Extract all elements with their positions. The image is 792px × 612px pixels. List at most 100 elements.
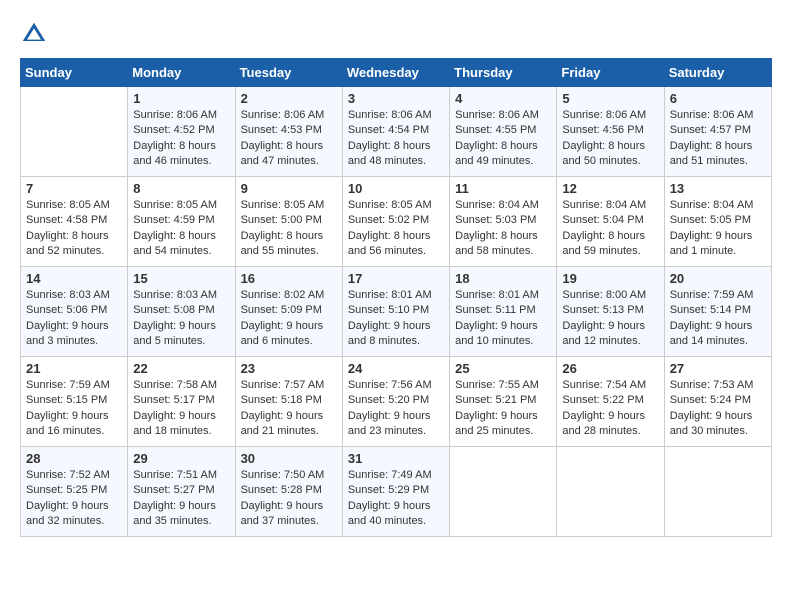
day-info: Sunrise: 8:06 AM Sunset: 4:52 PM Dayligh… xyxy=(133,108,229,170)
day-number: 4 xyxy=(455,91,551,106)
day-info: Sunrise: 7:53 AM Sunset: 5:24 PM Dayligh… xyxy=(670,378,766,440)
day-info: Sunrise: 8:02 AM Sunset: 5:09 PM Dayligh… xyxy=(241,288,337,350)
day-info: Sunrise: 8:04 AM Sunset: 5:03 PM Dayligh… xyxy=(455,198,551,260)
calendar-cell xyxy=(450,447,557,537)
day-info: Sunrise: 8:05 AM Sunset: 5:02 PM Dayligh… xyxy=(348,198,444,260)
calendar-cell: 30 Sunrise: 7:50 AM Sunset: 5:28 PM Dayli… xyxy=(235,447,342,537)
day-info: Sunrise: 7:54 AM Sunset: 5:22 PM Dayligh… xyxy=(562,378,658,440)
day-info: Sunrise: 7:51 AM Sunset: 5:27 PM Dayligh… xyxy=(133,468,229,530)
day-number: 14 xyxy=(26,271,122,286)
day-number: 9 xyxy=(241,181,337,196)
day-number: 1 xyxy=(133,91,229,106)
calendar-week-row: 28 Sunrise: 7:52 AM Sunset: 5:25 PM Dayli… xyxy=(21,447,772,537)
calendar-cell: 11 Sunrise: 8:04 AM Sunset: 5:03 PM Dayli… xyxy=(450,177,557,267)
day-number: 7 xyxy=(26,181,122,196)
calendar-cell: 22 Sunrise: 7:58 AM Sunset: 5:17 PM Dayli… xyxy=(128,357,235,447)
day-info: Sunrise: 7:57 AM Sunset: 5:18 PM Dayligh… xyxy=(241,378,337,440)
day-number: 5 xyxy=(562,91,658,106)
day-info: Sunrise: 8:01 AM Sunset: 5:11 PM Dayligh… xyxy=(455,288,551,350)
day-info: Sunrise: 8:06 AM Sunset: 4:53 PM Dayligh… xyxy=(241,108,337,170)
day-number: 30 xyxy=(241,451,337,466)
logo-icon xyxy=(20,20,48,48)
calendar-cell: 26 Sunrise: 7:54 AM Sunset: 5:22 PM Dayli… xyxy=(557,357,664,447)
calendar-cell: 29 Sunrise: 7:51 AM Sunset: 5:27 PM Dayli… xyxy=(128,447,235,537)
calendar-cell: 25 Sunrise: 7:55 AM Sunset: 5:21 PM Dayli… xyxy=(450,357,557,447)
calendar-cell: 9 Sunrise: 8:05 AM Sunset: 5:00 PM Daylig… xyxy=(235,177,342,267)
logo xyxy=(20,20,52,48)
weekday-header: Friday xyxy=(557,59,664,87)
calendar-cell: 16 Sunrise: 8:02 AM Sunset: 5:09 PM Dayli… xyxy=(235,267,342,357)
calendar-cell: 31 Sunrise: 7:49 AM Sunset: 5:29 PM Dayli… xyxy=(342,447,449,537)
calendar-cell: 7 Sunrise: 8:05 AM Sunset: 4:58 PM Daylig… xyxy=(21,177,128,267)
day-info: Sunrise: 7:49 AM Sunset: 5:29 PM Dayligh… xyxy=(348,468,444,530)
day-info: Sunrise: 8:03 AM Sunset: 5:08 PM Dayligh… xyxy=(133,288,229,350)
calendar-cell: 18 Sunrise: 8:01 AM Sunset: 5:11 PM Dayli… xyxy=(450,267,557,357)
page-header xyxy=(20,20,772,48)
day-info: Sunrise: 8:05 AM Sunset: 4:58 PM Dayligh… xyxy=(26,198,122,260)
day-number: 27 xyxy=(670,361,766,376)
day-number: 3 xyxy=(348,91,444,106)
calendar-cell: 21Sunrise: 7:59 AM Sunset: 5:15 PM Dayli… xyxy=(21,357,128,447)
day-info: Sunrise: 8:01 AM Sunset: 5:10 PM Dayligh… xyxy=(348,288,444,350)
day-info: Sunrise: 7:55 AM Sunset: 5:21 PM Dayligh… xyxy=(455,378,551,440)
day-number: 6 xyxy=(670,91,766,106)
day-info: Sunrise: 7:56 AM Sunset: 5:20 PM Dayligh… xyxy=(348,378,444,440)
calendar-cell: 13 Sunrise: 8:04 AM Sunset: 5:05 PM Dayli… xyxy=(664,177,771,267)
weekday-header: Sunday xyxy=(21,59,128,87)
weekday-header: Tuesday xyxy=(235,59,342,87)
weekday-header: Saturday xyxy=(664,59,771,87)
day-info: Sunrise: 8:00 AM Sunset: 5:13 PM Dayligh… xyxy=(562,288,658,350)
day-number: 16 xyxy=(241,271,337,286)
day-number: 26 xyxy=(562,361,658,376)
day-number: 23 xyxy=(241,361,337,376)
calendar-cell: 24 Sunrise: 7:56 AM Sunset: 5:20 PM Dayli… xyxy=(342,357,449,447)
day-number: 8 xyxy=(133,181,229,196)
day-info: Sunrise: 8:05 AM Sunset: 5:00 PM Dayligh… xyxy=(241,198,337,260)
day-number: 29 xyxy=(133,451,229,466)
day-info: Sunrise: 8:06 AM Sunset: 4:54 PM Dayligh… xyxy=(348,108,444,170)
calendar-cell: 27 Sunrise: 7:53 AM Sunset: 5:24 PM Dayli… xyxy=(664,357,771,447)
day-number: 10 xyxy=(348,181,444,196)
calendar-cell: 15 Sunrise: 8:03 AM Sunset: 5:08 PM Dayli… xyxy=(128,267,235,357)
day-number: 13 xyxy=(670,181,766,196)
day-number: 15 xyxy=(133,271,229,286)
calendar-cell xyxy=(557,447,664,537)
day-info: Sunrise: 8:05 AM Sunset: 4:59 PM Dayligh… xyxy=(133,198,229,260)
day-number: 22 xyxy=(133,361,229,376)
calendar-cell xyxy=(21,87,128,177)
day-number: 25 xyxy=(455,361,551,376)
calendar-week-row: 7 Sunrise: 8:05 AM Sunset: 4:58 PM Daylig… xyxy=(21,177,772,267)
calendar-cell: 19 Sunrise: 8:00 AM Sunset: 5:13 PM Dayli… xyxy=(557,267,664,357)
day-info: Sunrise: 7:59 AM Sunset: 5:14 PM Dayligh… xyxy=(670,288,766,350)
calendar-cell: 20 Sunrise: 7:59 AM Sunset: 5:14 PM Dayli… xyxy=(664,267,771,357)
calendar-week-row: 1 Sunrise: 8:06 AM Sunset: 4:52 PM Daylig… xyxy=(21,87,772,177)
day-number: 2 xyxy=(241,91,337,106)
day-info: Sunrise: 7:58 AM Sunset: 5:17 PM Dayligh… xyxy=(133,378,229,440)
day-info: Sunrise: 7:52 AM Sunset: 5:25 PM Dayligh… xyxy=(26,468,122,530)
calendar-cell: 4 Sunrise: 8:06 AM Sunset: 4:55 PM Daylig… xyxy=(450,87,557,177)
calendar-cell: 28 Sunrise: 7:52 AM Sunset: 5:25 PM Dayli… xyxy=(21,447,128,537)
calendar-cell: 8 Sunrise: 8:05 AM Sunset: 4:59 PM Daylig… xyxy=(128,177,235,267)
calendar-table: SundayMondayTuesdayWednesdayThursdayFrid… xyxy=(20,58,772,537)
day-number: 18 xyxy=(455,271,551,286)
day-number: 21 xyxy=(26,361,122,376)
day-number: 28 xyxy=(26,451,122,466)
day-number: 12 xyxy=(562,181,658,196)
day-info: Sunrise: 8:06 AM Sunset: 4:57 PM Dayligh… xyxy=(670,108,766,170)
day-info: Sunrise: 7:50 AM Sunset: 5:28 PM Dayligh… xyxy=(241,468,337,530)
calendar-cell: 23 Sunrise: 7:57 AM Sunset: 5:18 PM Dayli… xyxy=(235,357,342,447)
day-info: Sunrise: 8:04 AM Sunset: 5:05 PM Dayligh… xyxy=(670,198,766,260)
day-info: Sunrise: 8:06 AM Sunset: 4:55 PM Dayligh… xyxy=(455,108,551,170)
weekday-header: Monday xyxy=(128,59,235,87)
weekday-header: Wednesday xyxy=(342,59,449,87)
calendar-cell: 2 Sunrise: 8:06 AM Sunset: 4:53 PM Daylig… xyxy=(235,87,342,177)
day-number: 24 xyxy=(348,361,444,376)
calendar-cell: 12Sunrise: 8:04 AM Sunset: 5:04 PM Dayli… xyxy=(557,177,664,267)
day-info: Sunrise: 8:03 AM Sunset: 5:06 PM Dayligh… xyxy=(26,288,122,350)
day-info: Sunrise: 8:06 AM Sunset: 4:56 PM Dayligh… xyxy=(562,108,658,170)
day-number: 11 xyxy=(455,181,551,196)
day-number: 19 xyxy=(562,271,658,286)
calendar-cell: 17Sunrise: 8:01 AM Sunset: 5:10 PM Dayli… xyxy=(342,267,449,357)
day-number: 31 xyxy=(348,451,444,466)
day-number: 20 xyxy=(670,271,766,286)
